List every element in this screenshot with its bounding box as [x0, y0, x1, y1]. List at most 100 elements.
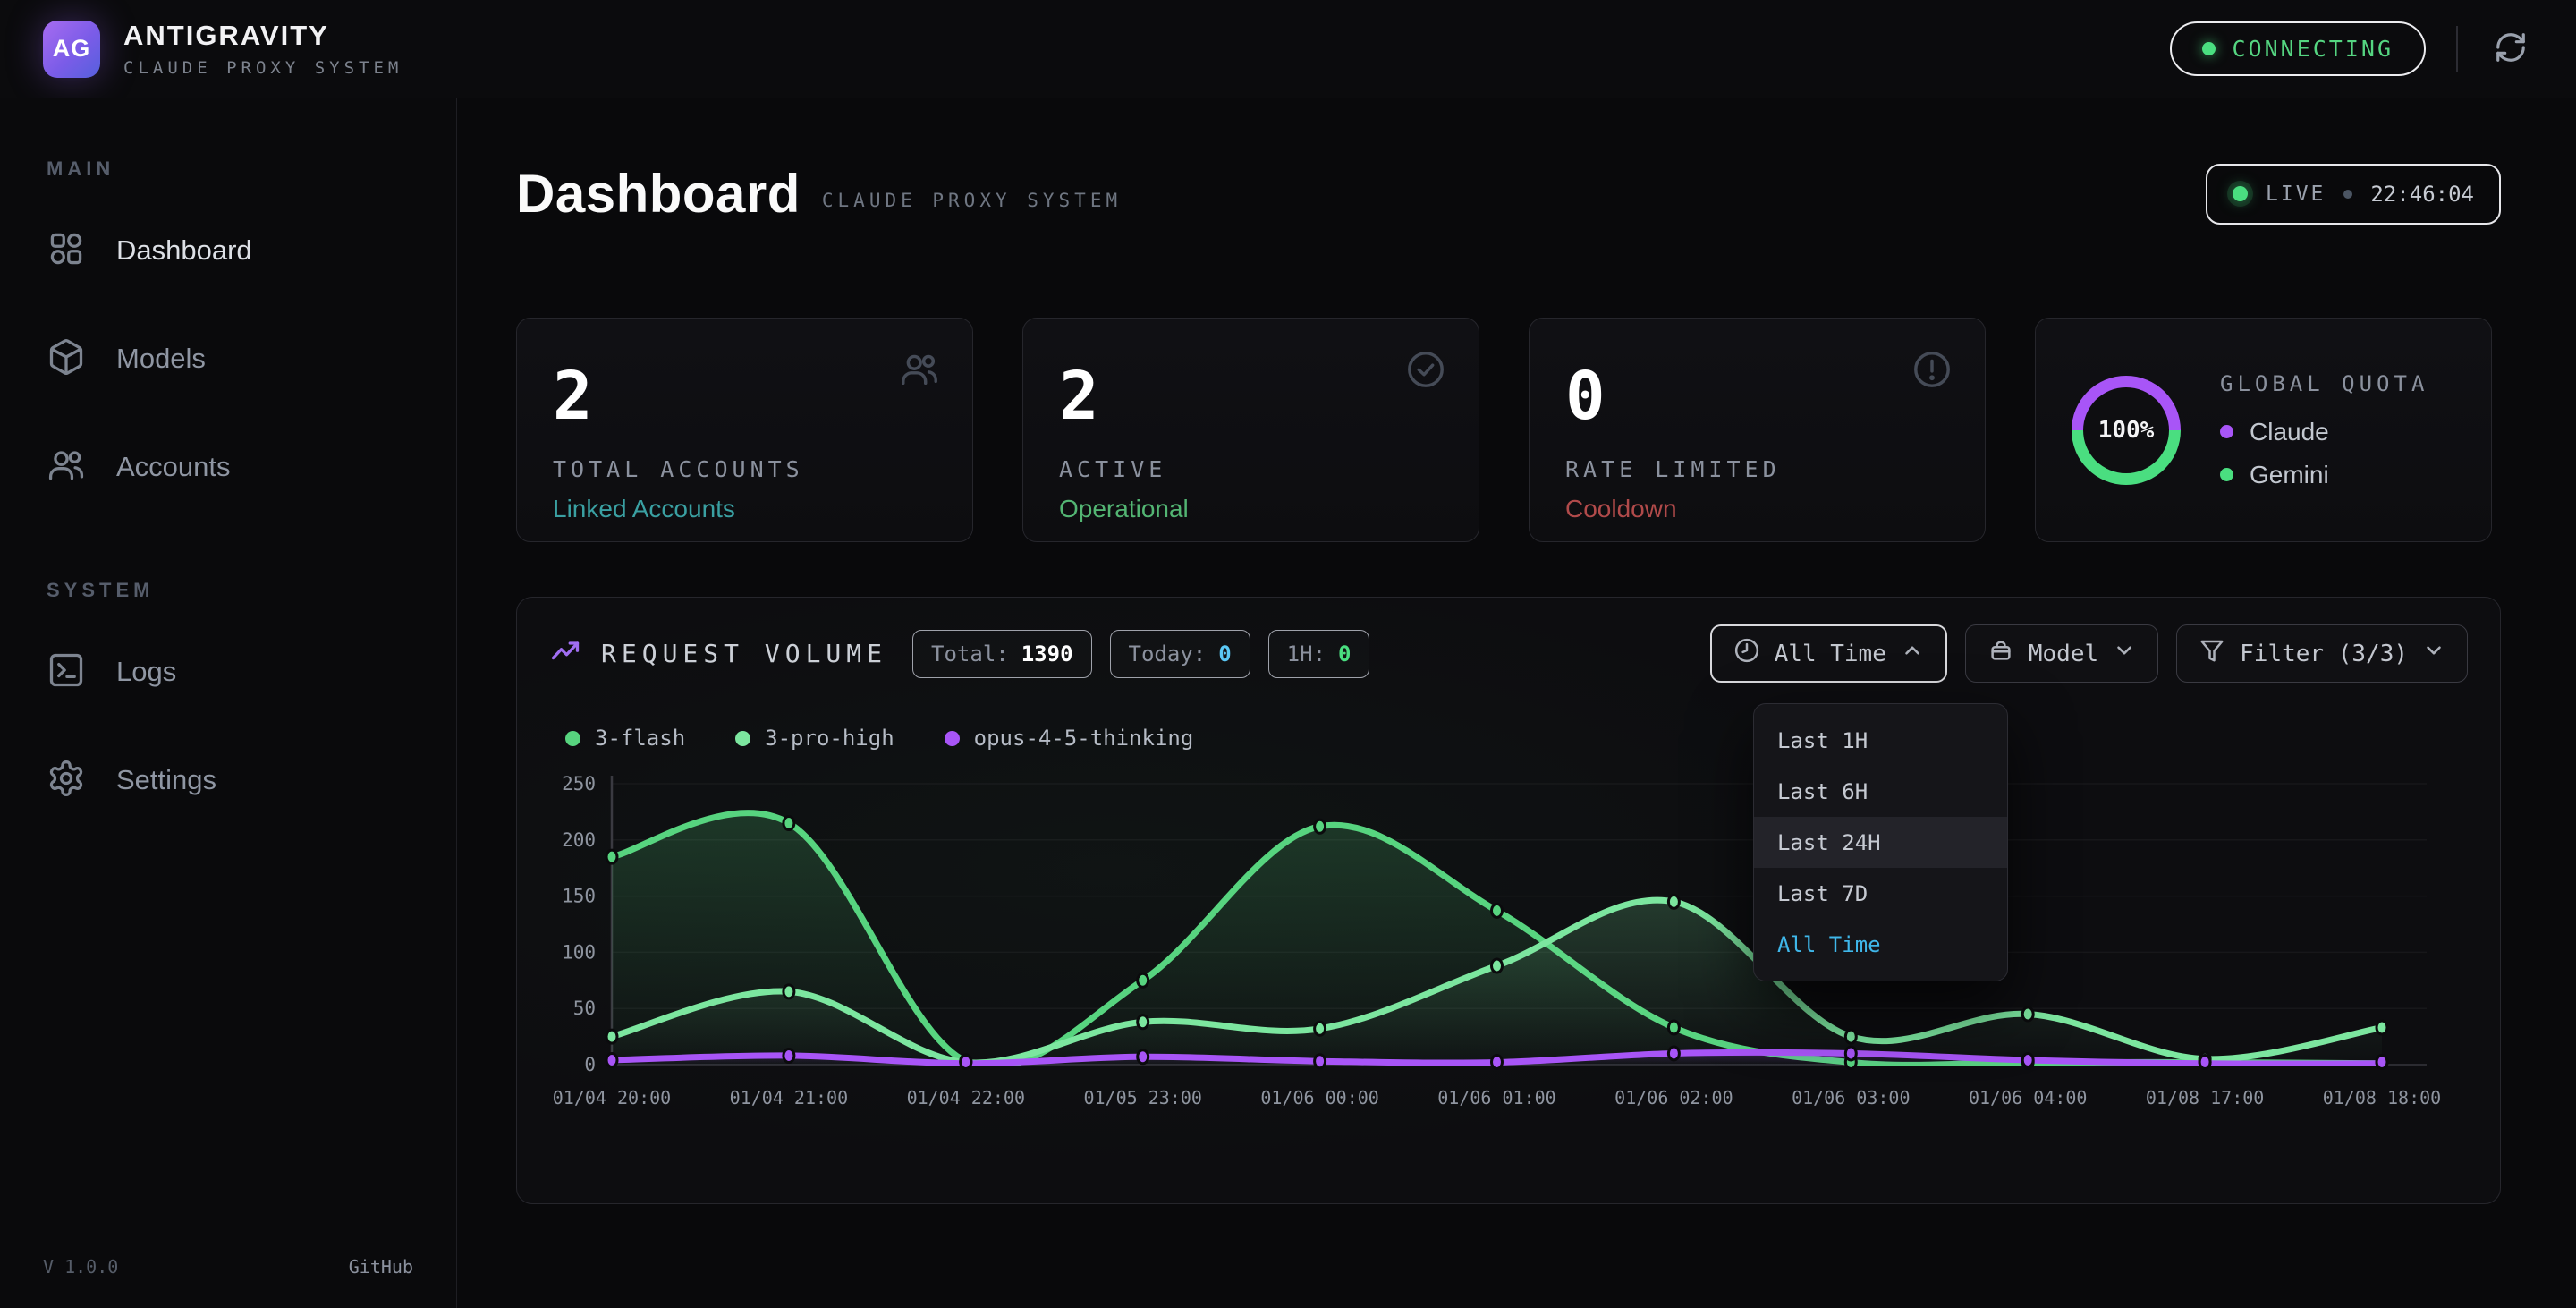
- request-volume-chart: 05010015020025001/04 20:0001/04 21:0001/…: [549, 767, 2468, 1134]
- svg-text:100: 100: [562, 941, 596, 963]
- one-hour-chip: 1H: 0: [1268, 630, 1370, 678]
- sidebar-item-label: Dashboard: [116, 234, 252, 267]
- gemini-dot: [2220, 468, 2233, 481]
- refresh-button[interactable]: [2488, 25, 2533, 72]
- version-label: V 1.0.0: [43, 1256, 118, 1278]
- time-range-dropdown: Last 1H Last 6H Last 24H Last 7D All Tim…: [1753, 703, 2008, 981]
- chevron-up-icon: [1901, 639, 1924, 668]
- chevron-down-icon: [2113, 639, 2136, 668]
- dropdown-item-last-1h[interactable]: Last 1H: [1754, 715, 2007, 766]
- users-icon: [899, 349, 940, 395]
- app-subtitle: CLAUDE PROXY SYSTEM: [123, 58, 402, 78]
- volume-title: REQUEST VOLUME: [601, 639, 887, 668]
- quota-item-label: Gemini: [2250, 461, 2329, 489]
- stat-card-rate-limited: 0 RATE LIMITED Cooldown: [1529, 318, 1986, 542]
- stat-sublabel: Operational: [1059, 495, 1443, 523]
- sidebar-item-dashboard[interactable]: Dashboard: [43, 215, 413, 285]
- app-root: AG ANTIGRAVITY CLAUDE PROXY SYSTEM CONNE…: [0, 0, 2576, 1308]
- volume-title-block: REQUEST VOLUME: [549, 635, 887, 672]
- sidebar-item-logs[interactable]: Logs: [43, 636, 413, 707]
- alert-circle-icon: [1911, 349, 1953, 395]
- volume-chart-svg: 05010015020025001/04 20:0001/04 21:0001/…: [549, 767, 2461, 1134]
- svg-text:250: 250: [562, 773, 596, 794]
- page-header: Dashboard CLAUDE PROXY SYSTEM LIVE 22:46…: [516, 163, 2501, 225]
- series-dot: [735, 731, 750, 746]
- dropdown-item-last-6h[interactable]: Last 6H: [1754, 766, 2007, 817]
- live-separator-dot: [2343, 190, 2352, 199]
- chip-label: Today:: [1129, 641, 1207, 667]
- app-logo-text: AG: [53, 35, 91, 63]
- app-name: ANTIGRAVITY: [123, 20, 402, 52]
- live-status-dot: [2233, 186, 2248, 201]
- terminal-icon: [47, 650, 86, 692]
- series-label: opus-4-5-thinking: [974, 726, 1194, 751]
- brand-block: ANTIGRAVITY CLAUDE PROXY SYSTEM: [123, 20, 402, 78]
- time-range-label: All Time: [1775, 641, 1886, 667]
- github-link[interactable]: GitHub: [349, 1256, 413, 1278]
- time-range-button[interactable]: All Time: [1710, 624, 1947, 683]
- sidebar-item-models[interactable]: Models: [43, 323, 413, 394]
- refresh-icon: [2494, 30, 2528, 67]
- page-title: Dashboard: [516, 163, 801, 225]
- legend-item: opus-4-5-thinking: [945, 726, 1194, 751]
- sidebar-item-settings[interactable]: Settings: [43, 744, 413, 815]
- stat-label: RATE LIMITED: [1565, 456, 1949, 482]
- funnel-icon: [2199, 637, 2225, 670]
- quota-donut-ring: 100%: [2072, 376, 2181, 485]
- legend-item: 3-pro-high: [735, 726, 894, 751]
- stat-value: 2: [1059, 363, 1443, 429]
- svg-text:50: 50: [573, 998, 596, 1019]
- connection-status-dot: [2202, 42, 2216, 55]
- svg-text:01/04 21:00: 01/04 21:00: [730, 1087, 848, 1108]
- sidebar-item-label: Models: [116, 343, 206, 375]
- svg-text:200: 200: [562, 829, 596, 851]
- chip-label: 1H:: [1287, 641, 1326, 667]
- page-subtitle: CLAUDE PROXY SYSTEM: [822, 190, 1122, 211]
- filter-button[interactable]: Filter (3/3): [2176, 624, 2468, 683]
- check-circle-icon: [1405, 349, 1446, 395]
- svg-text:01/08 18:00: 01/08 18:00: [2323, 1087, 2441, 1108]
- sidebar-item-label: Settings: [116, 764, 216, 796]
- quota-title: GLOBAL QUOTA: [2220, 371, 2428, 396]
- volume-panel-header: REQUEST VOLUME Total: 1390 Today: 0 1H:: [549, 624, 2468, 683]
- sidebar-item-accounts[interactable]: Accounts: [43, 431, 413, 502]
- stat-value: 2: [553, 363, 936, 429]
- stat-card-active: 2 ACTIVE Operational: [1022, 318, 1479, 542]
- svg-text:01/08 17:00: 01/08 17:00: [2146, 1087, 2264, 1108]
- chart-legend: 3-flash 3-pro-high opus-4-5-thinking: [565, 726, 2468, 751]
- volume-actions: All Time Model: [1710, 624, 2468, 683]
- stat-card-total-accounts: 2 TOTAL ACCOUNTS Linked Accounts: [516, 318, 973, 542]
- legend-item: 3-flash: [565, 726, 685, 751]
- chevron-down-icon: [2422, 639, 2445, 668]
- connection-status-badge: CONNECTING: [2170, 21, 2426, 76]
- today-chip: Today: 0: [1110, 630, 1250, 678]
- chip-value: 0: [1218, 641, 1231, 667]
- sidebar-item-label: Logs: [116, 656, 176, 688]
- model-filter-button[interactable]: Model: [1965, 624, 2158, 683]
- stat-sublabel: Cooldown: [1565, 495, 1949, 523]
- topbar-divider: [2456, 26, 2458, 72]
- sidebar-section-system: SYSTEM: [47, 579, 413, 602]
- series-label: 3-pro-high: [765, 726, 894, 751]
- stat-value: 0: [1565, 363, 1949, 429]
- live-status-badge: LIVE 22:46:04: [2206, 164, 2501, 225]
- svg-text:01/05 23:00: 01/05 23:00: [1083, 1087, 1201, 1108]
- stat-sublabel: Linked Accounts: [553, 495, 936, 523]
- dropdown-item-last-7d[interactable]: Last 7D: [1754, 868, 2007, 919]
- svg-text:01/04 22:00: 01/04 22:00: [907, 1087, 1025, 1108]
- live-status-label: LIVE: [2266, 183, 2326, 206]
- sidebar: MAIN Dashboard Models Accounts: [0, 98, 457, 1308]
- clock-icon: [1733, 637, 1760, 670]
- dropdown-item-all-time[interactable]: All Time: [1754, 919, 2007, 970]
- quota-item-gemini: Gemini: [2220, 461, 2428, 489]
- svg-text:150: 150: [562, 886, 596, 907]
- chip-value: 0: [1338, 641, 1351, 667]
- chip-label: Total:: [931, 641, 1009, 667]
- dropdown-item-last-24h[interactable]: Last 24H: [1754, 817, 2007, 868]
- svg-text:01/04 20:00: 01/04 20:00: [553, 1087, 671, 1108]
- request-volume-panel: REQUEST VOLUME Total: 1390 Today: 0 1H:: [516, 597, 2501, 1204]
- global-quota-card: 100% GLOBAL QUOTA Claude Gemini: [2035, 318, 2492, 542]
- top-bar: AG ANTIGRAVITY CLAUDE PROXY SYSTEM CONNE…: [0, 0, 2576, 98]
- quota-legend: GLOBAL QUOTA Claude Gemini: [2220, 371, 2428, 489]
- dashboard-grid-icon: [47, 229, 86, 271]
